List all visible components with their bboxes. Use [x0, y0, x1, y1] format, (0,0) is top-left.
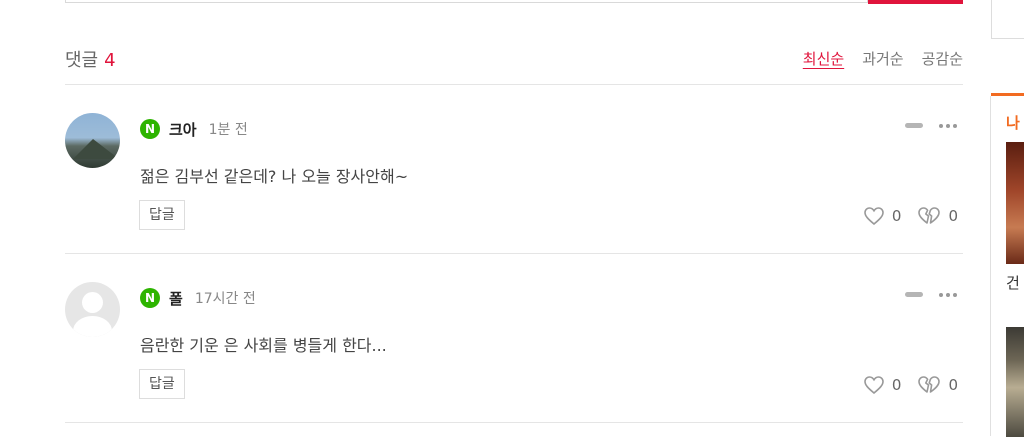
avatar[interactable]: [65, 282, 120, 337]
dislike-count: 0: [948, 376, 958, 394]
naver-badge-icon: N: [140, 288, 160, 308]
comment-input[interactable]: [65, 0, 868, 3]
minus-icon[interactable]: [905, 292, 923, 297]
comment-meta: N 폴 17시간 전: [140, 288, 256, 308]
sort-tabs: 최신순 과거순 공감순: [803, 48, 963, 69]
more-icon[interactable]: [939, 123, 957, 128]
more-icon[interactable]: [939, 292, 957, 297]
like-button[interactable]: 0: [863, 375, 902, 395]
comment-author[interactable]: 크아: [169, 119, 197, 140]
comment-actions: [905, 123, 957, 128]
reply-button[interactable]: 답글: [139, 200, 185, 230]
comments-count: 4: [104, 50, 116, 71]
broken-heart-icon: [918, 207, 941, 224]
heart-icon: [864, 207, 884, 226]
sidebar-accent-rule: [991, 93, 1024, 96]
avatar[interactable]: [65, 113, 120, 168]
comment-time: 17시간 전: [194, 291, 256, 307]
like-count: 0: [891, 207, 902, 225]
comments-title-label: 댓글: [65, 50, 99, 71]
sort-tab-likes[interactable]: 공감순: [922, 48, 963, 69]
like-count: 0: [891, 376, 902, 394]
comments-header: 댓글 4 최신순 과거순 공감순: [65, 40, 963, 85]
like-button[interactable]: 0: [863, 206, 902, 226]
sort-tab-oldest[interactable]: 과거순: [862, 48, 903, 69]
comment-item: N 크아 1분 전 젊은 김부선 같은데? 나 오늘 장사안해~ 답글 0 0: [65, 85, 963, 254]
sidebar-box: [991, 0, 1024, 39]
comment-reactions: 0 0: [863, 375, 958, 395]
comment-time: 1분 전: [208, 122, 248, 138]
dislike-count: 0: [948, 207, 958, 225]
naver-badge-icon: N: [140, 119, 160, 139]
comment-meta: N 크아 1분 전: [140, 119, 248, 139]
comment-text: 음란한 기운 은 사회를 병들게 한다...: [140, 336, 387, 355]
sidebar-heading: 나: [1006, 114, 1020, 132]
comment-author[interactable]: 폴: [169, 288, 183, 309]
comment-reactions: 0 0: [863, 206, 958, 226]
heart-icon: [864, 376, 884, 395]
sort-tab-latest[interactable]: 최신순: [803, 48, 844, 69]
comments-title: 댓글 4: [65, 46, 116, 72]
comment-submit-button[interactable]: [868, 0, 963, 4]
reply-button[interactable]: 답글: [139, 369, 185, 399]
comment-text: 젊은 김부선 같은데? 나 오늘 장사안해~: [140, 167, 409, 186]
minus-icon[interactable]: [905, 123, 923, 128]
comment-item: N 폴 17시간 전 음란한 기운 은 사회를 병들게 한다... 답글 0 0: [65, 254, 963, 423]
comment-actions: [905, 292, 957, 297]
sidebar-caption[interactable]: 건: [1006, 272, 1020, 293]
sidebar-thumbnail[interactable]: [1006, 327, 1024, 437]
dislike-button[interactable]: 0: [917, 206, 958, 226]
sidebar-divider: [990, 96, 991, 436]
sidebar-thumbnail[interactable]: [1006, 142, 1024, 264]
dislike-button[interactable]: 0: [917, 375, 958, 395]
broken-heart-icon: [918, 376, 941, 393]
